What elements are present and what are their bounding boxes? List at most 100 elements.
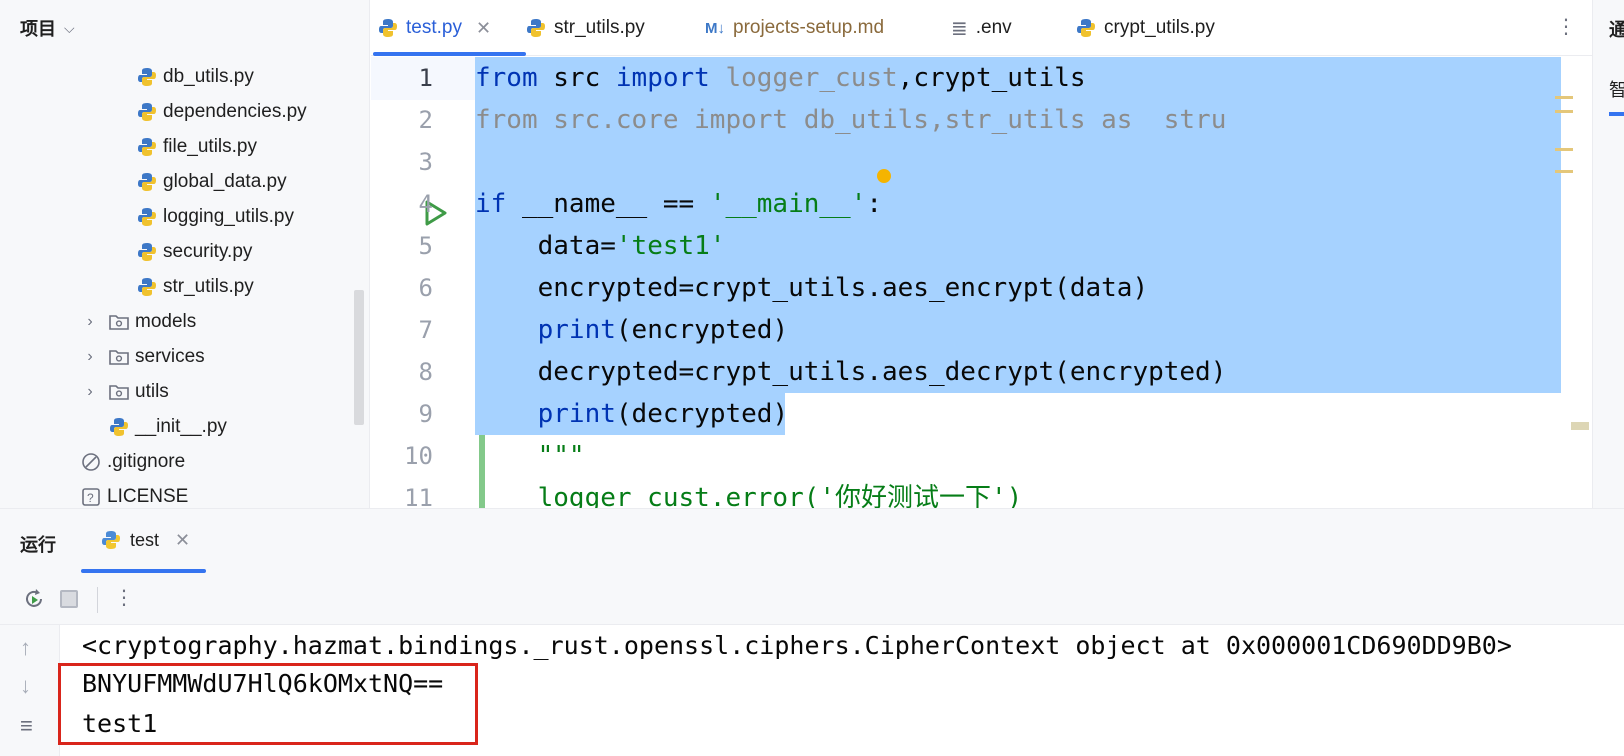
code-token: from [475, 63, 538, 93]
python-file-icon [136, 136, 163, 158]
tree-file[interactable]: db_utils.py [136, 59, 254, 95]
error-stripe-mark[interactable] [1555, 110, 1573, 113]
tree-file[interactable]: .gitignore [80, 444, 185, 480]
code-line[interactable]: print(encrypted) [475, 309, 788, 352]
editor-tab[interactable]: M↓ projects-setup.md [705, 0, 884, 56]
error-stripe-mark[interactable] [1555, 170, 1573, 173]
error-stripe-mark[interactable] [1571, 422, 1589, 430]
editor-tab[interactable]: test.py ✕ [377, 0, 491, 56]
tree-file[interactable]: str_utils.py [136, 269, 254, 305]
more-vertical-icon[interactable]: ⋮ [114, 585, 134, 610]
code-token: __name__ == [506, 189, 710, 219]
tree-item-label: str_utils.py [163, 276, 254, 297]
code-line[interactable]: from src.core import db_utils,str_utils … [475, 99, 1226, 142]
code-line[interactable]: decrypted=crypt_utils.aes_decrypt(encryp… [475, 351, 1227, 394]
folder-icon [108, 381, 135, 403]
line-number: 3 [418, 148, 433, 176]
arrow-up-icon[interactable]: ↑ [20, 635, 31, 661]
highlight-annotation-box [58, 663, 478, 745]
code-area[interactable]: from src import logger_cust,crypt_utils f… [475, 57, 1592, 508]
python-file-icon [136, 206, 163, 228]
project-panel-header[interactable]: 项目 ⌵ [0, 0, 369, 56]
run-tab-test[interactable]: test ✕ [100, 529, 190, 551]
chevron-down-icon[interactable]: ⌵ [64, 20, 75, 37]
line-number: 1 [418, 64, 433, 92]
python-file-icon [108, 416, 135, 438]
tree-file[interactable]: file_utils.py [136, 129, 257, 165]
tree-item-label: LICENSE [107, 486, 189, 507]
project-scrollbar[interactable] [354, 290, 364, 425]
license-file-icon: ? [80, 486, 107, 508]
line-number: 5 [418, 232, 433, 260]
console-side-toolbar: ↑ ↓ ≡ [0, 625, 60, 756]
tree-file[interactable]: global_data.py [136, 164, 287, 200]
chevron-right-icon[interactable]: › [80, 383, 100, 401]
right-tool-strip: 通 智 [1592, 0, 1624, 508]
tree-file[interactable]: security.py [136, 234, 252, 270]
tree-item-label: logging_utils.py [163, 206, 294, 227]
folder-icon [108, 346, 135, 368]
chevron-right-icon[interactable]: › [80, 348, 100, 366]
code-token: encrypted=crypt_utils.aes_encrypt(data) [475, 273, 1149, 303]
close-icon[interactable]: ✕ [476, 18, 491, 39]
code-token: '__main__' [709, 189, 867, 219]
notifications-tool-label[interactable]: 通 [1609, 16, 1624, 42]
python-file-icon [136, 66, 163, 88]
lightbulb-icon[interactable] [877, 169, 891, 183]
code-editor[interactable]: 1 2 3 4 5 6 7 8 9 10 11 from src import logger_cus… [371, 57, 1592, 508]
run-panel-title: 运行 [20, 535, 56, 555]
soft-wrap-icon[interactable]: ≡ [20, 713, 33, 739]
code-line[interactable]: """ [475, 435, 585, 478]
tree-file[interactable]: dependencies.py [136, 94, 307, 130]
editor-tab-label: test.py [406, 17, 462, 38]
run-panel-header: 运行 test ✕ [0, 509, 1624, 573]
stop-icon[interactable] [60, 590, 78, 608]
active-tool-indicator [1609, 112, 1624, 116]
code-line[interactable]: logger_cust.error('你好测试一下') [475, 477, 1023, 508]
editor-tab-label: str_utils.py [554, 17, 645, 38]
chevron-right-icon[interactable]: › [80, 313, 100, 331]
more-vertical-icon[interactable]: ⋮ [1556, 14, 1576, 39]
python-file-icon [136, 101, 163, 123]
line-number: 8 [418, 358, 433, 386]
editor-tab[interactable]: ≣ .env [951, 0, 1012, 56]
tree-item-label: db_utils.py [163, 66, 254, 87]
line-number: 6 [418, 274, 433, 302]
code-token: decrypted=crypt_utils.aes_decrypt(encryp… [475, 357, 1227, 387]
editor-tab[interactable]: str_utils.py [525, 0, 645, 56]
python-icon [1077, 19, 1095, 37]
tree-file[interactable]: logging_utils.py [136, 199, 294, 235]
code-line[interactable]: if __name__ == '__main__': [475, 183, 882, 226]
close-icon[interactable]: ✕ [175, 530, 190, 551]
tree-item-label: security.py [163, 241, 253, 262]
tree-folder[interactable]: › utils [80, 374, 169, 410]
rerun-icon[interactable] [22, 587, 46, 611]
tree-folder[interactable]: › services [80, 339, 204, 375]
line-number: 9 [418, 400, 433, 428]
tree-folder[interactable]: › models [80, 304, 196, 340]
tree-item-label: global_data.py [163, 171, 287, 192]
code-token: """ [475, 441, 585, 471]
code-line[interactable]: print(decrypted) [475, 393, 788, 436]
ai-assistant-tool-label[interactable]: 智 [1609, 76, 1624, 102]
error-stripe-mark[interactable] [1555, 96, 1573, 99]
code-line[interactable]: from src import logger_cust,crypt_utils [475, 57, 1086, 100]
tree-file[interactable]: ? LICENSE [80, 479, 188, 508]
code-token: src [537, 63, 616, 93]
editor-tab[interactable]: crypt_utils.py [1075, 0, 1215, 56]
tree-file[interactable]: __init__.py [108, 409, 227, 445]
code-line[interactable]: data='test1' [475, 225, 726, 268]
code-token: logger_cust [725, 63, 898, 93]
code-token: if [475, 189, 507, 219]
arrow-down-icon[interactable]: ↓ [20, 673, 31, 699]
error-stripe-mark[interactable] [1555, 148, 1573, 151]
code-token: : [866, 189, 883, 219]
tree-item-label: utils [135, 381, 169, 402]
text-file-icon: ≣ [951, 17, 968, 40]
project-title: 项目 [20, 19, 56, 39]
editor-gutter: 1 2 3 4 5 6 7 8 9 10 11 [371, 57, 485, 508]
code-line[interactable]: encrypted=crypt_utils.aes_encrypt(data) [475, 267, 1148, 310]
